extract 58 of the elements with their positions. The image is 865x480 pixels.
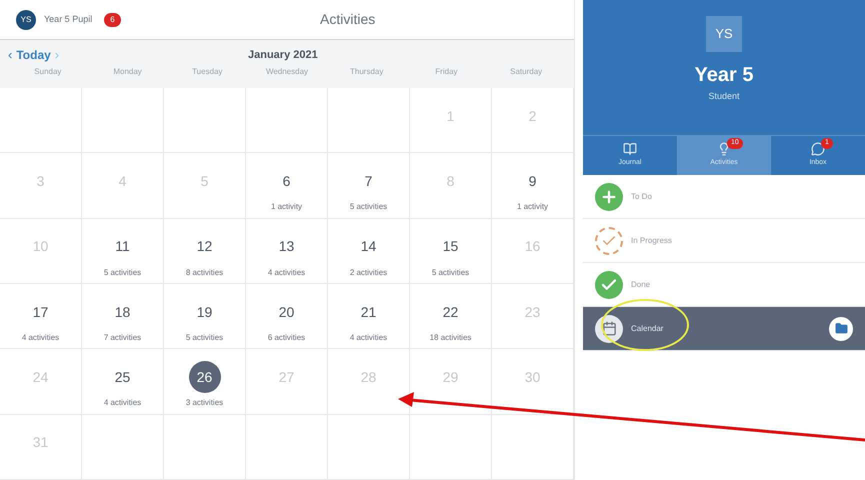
weekday-label: Monday	[112, 66, 143, 78]
calendar-day[interactable]: 11	[106, 230, 138, 263]
activity-count: 7 activities	[104, 332, 142, 344]
activity-count: 5 activities	[350, 201, 388, 214]
activity-count: 18 activities	[430, 332, 472, 344]
check-icon	[595, 270, 623, 298]
chat-icon	[811, 142, 825, 156]
activity-count: 4 activities	[268, 266, 306, 279]
weekday-label: Sunday	[33, 66, 62, 78]
activity-count: 5 activities	[186, 332, 224, 344]
book-icon	[623, 142, 637, 156]
activity-count: 5 activities	[432, 266, 470, 279]
notification-badge: 6	[104, 12, 121, 26]
calendar-day[interactable]: 20	[270, 296, 302, 328]
previous-button[interactable]: ‹	[8, 45, 12, 65]
calendar-day[interactable]: 22	[434, 296, 466, 328]
calendar-day[interactable]: 9	[516, 165, 548, 198]
activity-count: 4 activities	[350, 332, 388, 344]
folder-icon	[829, 316, 853, 340]
calendar-day[interactable]: 12	[188, 230, 220, 263]
plus-icon	[595, 182, 623, 210]
profile-name: Year 5	[694, 63, 754, 88]
calendar-day[interactable]: 26	[188, 361, 220, 394]
calendar-day[interactable]: 13	[270, 230, 302, 263]
calendar-day[interactable]: 17	[24, 296, 56, 328]
calendar-day[interactable]: 7	[352, 165, 384, 198]
calendar-icon	[595, 314, 623, 342]
calendar-day[interactable]: 25	[106, 361, 138, 394]
activity-count: 3 activities	[186, 397, 224, 410]
avatar[interactable]: YS	[16, 10, 36, 30]
weekday-label: Friday	[434, 66, 459, 78]
activity-count: 5 activities	[104, 266, 142, 279]
weekday-label: Tuesday	[191, 66, 224, 78]
activity-count: 4 activities	[22, 332, 60, 344]
activity-count: 4 activities	[104, 397, 142, 410]
lightbulb-icon	[717, 142, 731, 156]
check-icon	[595, 226, 623, 254]
month-title: January 2021	[248, 48, 318, 63]
weekday-label: Thursday	[349, 66, 384, 78]
page-title: Activities	[320, 10, 376, 29]
calendar-day[interactable]: 21	[352, 296, 384, 328]
calendar-day[interactable]: 14	[352, 230, 384, 263]
weekday-label: Wednesday	[264, 66, 310, 78]
activity-count: 6 activities	[268, 332, 306, 344]
calendar-day[interactable]: 18	[106, 296, 138, 328]
profile-role: Student	[708, 90, 740, 103]
calendar-day[interactable]: 6	[270, 165, 302, 198]
activity-count: 8 activities	[186, 266, 224, 279]
today-button[interactable]: Today	[16, 46, 51, 64]
activity-count: 1 activity	[516, 201, 548, 214]
activity-count: 1 activity	[270, 201, 302, 214]
calendar-day[interactable]: 19	[188, 296, 220, 328]
user-name: Year 5 Pupil	[44, 12, 92, 26]
calendar-day[interactable]: 15	[434, 230, 466, 263]
profile-avatar: YS	[706, 16, 742, 52]
activity-count: 2 activities	[350, 266, 388, 279]
weekday-label: Saturday	[509, 66, 544, 78]
filter-item[interactable]: Calendar	[583, 307, 865, 351]
